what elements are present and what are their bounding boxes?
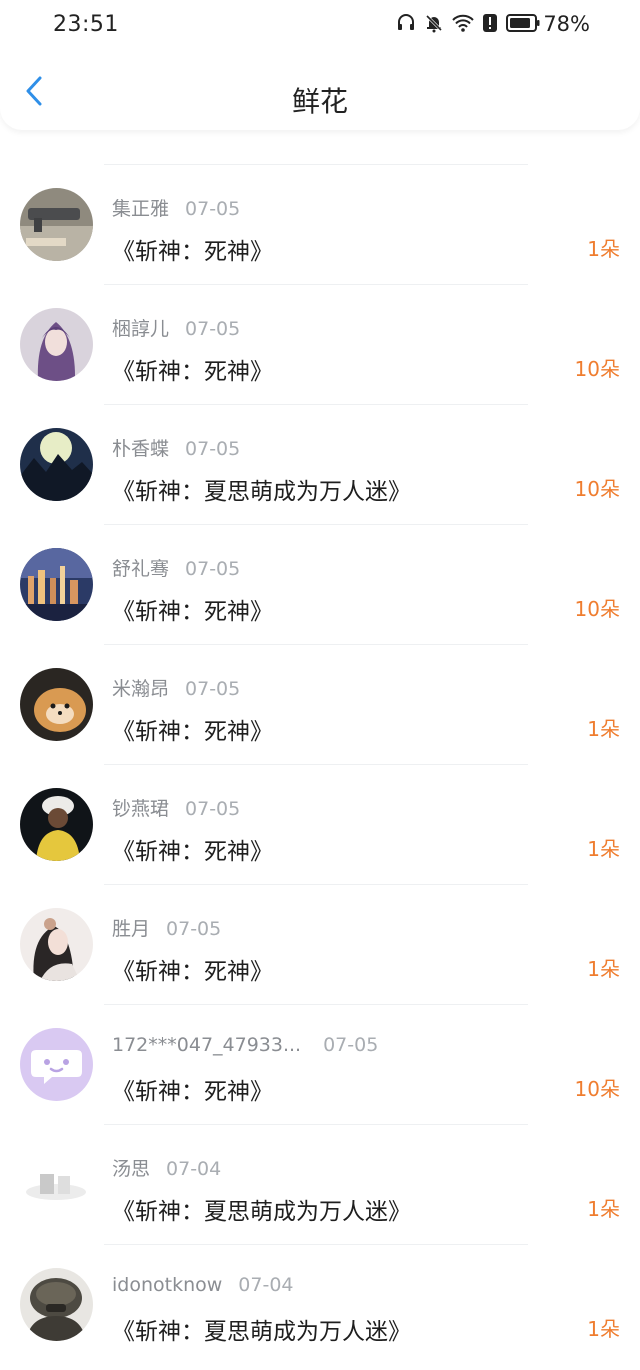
page-title: 鲜花 xyxy=(291,85,348,118)
status-time: 23:51 xyxy=(53,12,119,37)
mute-bell-icon xyxy=(424,13,444,33)
flower-count: 1朵 xyxy=(587,237,620,261)
book-title[interactable]: 《斩神：死神》 xyxy=(112,352,273,386)
send-date: 07-05 xyxy=(185,438,241,460)
list-item[interactable]: 舒礼骞 07-05 《斩神：死神》 10朵 xyxy=(0,525,640,644)
book-title[interactable]: 《斩神：死神》 xyxy=(112,232,273,266)
sender-name: 米瀚昂 xyxy=(112,678,170,700)
avatar xyxy=(20,1268,93,1341)
sender-line: 汤思 07-04 xyxy=(112,1154,221,1181)
list-item[interactable]: 米瀚昂 07-05 《斩神：死神》 1朵 xyxy=(0,645,640,764)
flower-count: 10朵 xyxy=(574,1077,620,1101)
avatar xyxy=(20,1028,93,1101)
send-date: 07-05 xyxy=(166,918,222,940)
book-title[interactable]: 《斩神：夏思萌成为万人迷》 xyxy=(112,472,411,506)
send-date: 07-05 xyxy=(185,798,241,820)
book-title[interactable]: 《斩神：死神》 xyxy=(112,712,273,746)
sender-name: 钞燕珺 xyxy=(112,798,170,820)
alert-icon xyxy=(482,13,498,33)
list-item[interactable]: 钞燕珺 07-05 《斩神：死神》 1朵 xyxy=(0,765,640,884)
avatar xyxy=(20,668,93,741)
list-item[interactable]: idonotknow 07-04 《斩神：夏思萌成为万人迷》 1朵 xyxy=(0,1245,640,1364)
status-bar: 23:51 78% xyxy=(0,0,640,50)
avatar xyxy=(20,908,93,981)
list-item[interactable]: 梱諄儿 07-05 《斩神：死神》 10朵 xyxy=(0,285,640,404)
avatar xyxy=(20,788,93,861)
book-title[interactable]: 《斩神：死神》 xyxy=(112,952,273,986)
avatar xyxy=(20,1148,93,1221)
send-date: 07-05 xyxy=(185,558,241,580)
flower-count: 1朵 xyxy=(587,717,620,741)
headphones-icon xyxy=(396,13,416,33)
list-item[interactable]: 胜月 07-05 《斩神：死神》 1朵 xyxy=(0,885,640,1004)
flower-count: 10朵 xyxy=(574,477,620,501)
send-date: 07-05 xyxy=(185,678,241,700)
sender-line: idonotknow 07-04 xyxy=(112,1274,294,1296)
battery-icon xyxy=(506,13,540,33)
sender-line: 胜月 07-05 xyxy=(112,914,221,941)
sender-name: 汤思 xyxy=(112,1158,151,1180)
send-date: 07-04 xyxy=(238,1274,294,1296)
flower-count: 1朵 xyxy=(587,1317,620,1341)
sender-line: 集正雅 07-05 xyxy=(112,194,240,221)
sender-name: 舒礼骞 xyxy=(112,558,170,580)
flower-count: 1朵 xyxy=(587,957,620,981)
list-item[interactable]: 172***047_47933... 07-05 《斩神：死神》 10朵 xyxy=(0,1005,640,1124)
sender-line: 172***047_47933... 07-05 xyxy=(112,1034,378,1056)
flower-count: 1朵 xyxy=(587,837,620,861)
sender-name: 胜月 xyxy=(112,918,151,940)
send-date: 07-05 xyxy=(185,318,241,340)
avatar xyxy=(20,188,93,261)
sender-name: 集正雅 xyxy=(112,198,170,220)
sender-name: 172***047_47933... xyxy=(112,1034,302,1056)
book-title[interactable]: 《斩神：夏思萌成为万人迷》 xyxy=(112,1192,411,1226)
send-date: 07-04 xyxy=(166,1158,222,1180)
book-title[interactable]: 《斩神：死神》 xyxy=(112,1072,273,1106)
sender-name: 梱諄儿 xyxy=(112,318,170,340)
flower-count: 10朵 xyxy=(574,357,620,381)
screen: 23:51 78% 鲜花 集正雅 07-05 《斩神：死神》 1朵 梱諄儿 07… xyxy=(0,0,640,1370)
book-title[interactable]: 《斩神：夏思萌成为万人迷》 xyxy=(112,1312,411,1346)
avatar xyxy=(20,428,93,501)
book-title[interactable]: 《斩神：死神》 xyxy=(112,592,273,626)
send-date: 07-05 xyxy=(323,1034,379,1056)
nav-header: 鲜花 xyxy=(0,50,640,130)
list-item[interactable]: 集正雅 07-05 《斩神：死神》 1朵 xyxy=(0,165,640,284)
status-icons xyxy=(396,13,540,33)
sender-name: 朴香蝶 xyxy=(112,438,170,460)
flower-count: 10朵 xyxy=(574,597,620,621)
battery-percent: 78% xyxy=(543,12,590,36)
avatar xyxy=(20,308,93,381)
list-item[interactable]: 汤思 07-04 《斩神：夏思萌成为万人迷》 1朵 xyxy=(0,1125,640,1244)
book-title[interactable]: 《斩神：死神》 xyxy=(112,832,273,866)
list-item[interactable]: 朴香蝶 07-05 《斩神：夏思萌成为万人迷》 10朵 xyxy=(0,405,640,524)
sender-line: 梱諄儿 07-05 xyxy=(112,314,240,341)
flower-count: 1朵 xyxy=(587,1197,620,1221)
sender-line: 米瀚昂 07-05 xyxy=(112,674,240,701)
sender-line: 舒礼骞 07-05 xyxy=(112,554,240,581)
sender-line: 钞燕珺 07-05 xyxy=(112,794,240,821)
sender-line: 朴香蝶 07-05 xyxy=(112,434,240,461)
sender-name: idonotknow xyxy=(112,1274,223,1296)
wifi-icon xyxy=(452,13,474,33)
send-date: 07-05 xyxy=(185,198,241,220)
avatar xyxy=(20,548,93,621)
flower-list: 集正雅 07-05 《斩神：死神》 1朵 梱諄儿 07-05 《斩神：死神》 10朵… xyxy=(0,118,640,1364)
